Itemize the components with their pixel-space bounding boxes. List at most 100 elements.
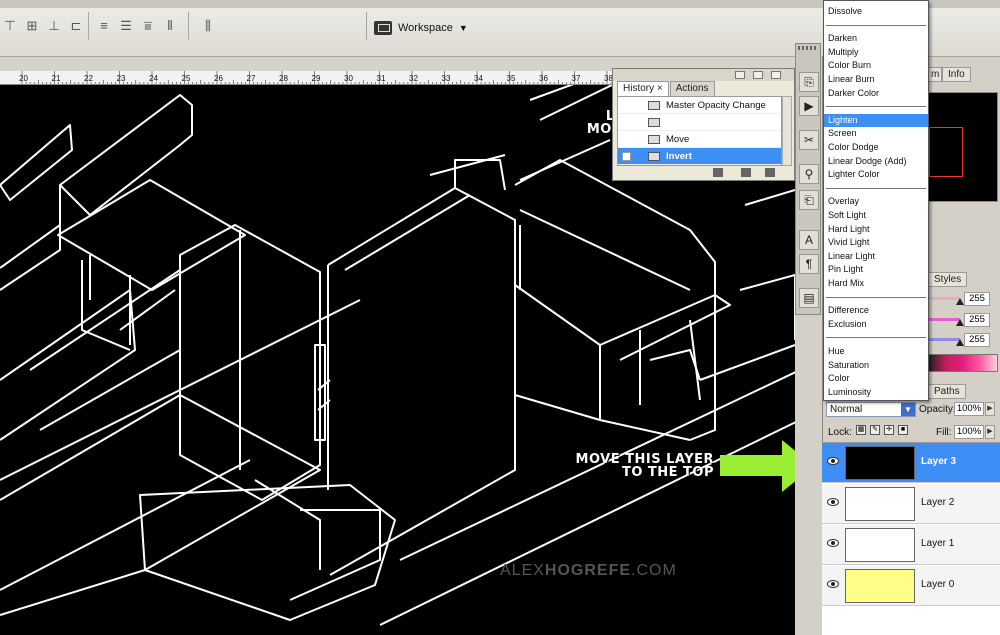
auto-align-layers-icon[interactable]: ⫼ bbox=[198, 16, 218, 36]
blend-mode-option[interactable]: Multiply bbox=[824, 46, 928, 59]
blend-mode-option[interactable]: Exclusion bbox=[824, 318, 928, 331]
lock-position-icon[interactable]: ✛ bbox=[884, 425, 894, 435]
align-vcenter-icon[interactable]: ⊞ bbox=[22, 16, 42, 36]
align-top-icon[interactable]: ⊤ bbox=[0, 16, 20, 36]
maximize-icon[interactable] bbox=[753, 71, 763, 79]
history-step[interactable] bbox=[618, 114, 781, 131]
tab-paths[interactable]: Paths bbox=[928, 384, 966, 399]
blend-mode-option[interactable]: Difference bbox=[824, 304, 928, 317]
navigator-view-box[interactable] bbox=[929, 127, 963, 177]
ruler-label: 27 bbox=[247, 74, 256, 83]
blend-mode-option[interactable]: Saturation bbox=[824, 359, 928, 372]
distribute-bottom-icon[interactable]: ⩸ bbox=[138, 16, 158, 36]
blend-mode-option[interactable]: Color bbox=[824, 372, 928, 385]
eye-icon[interactable] bbox=[827, 457, 839, 465]
color-slider-b[interactable]: 255 bbox=[928, 333, 990, 347]
ruler-label: 37 bbox=[572, 74, 581, 83]
fill-input[interactable]: 100% bbox=[954, 425, 984, 439]
blend-mode-option[interactable]: Pin Light bbox=[824, 263, 928, 276]
layer-row[interactable]: Layer 0 bbox=[822, 566, 1000, 606]
lock-all-icon[interactable]: ■ bbox=[898, 425, 908, 435]
clone-source-icon[interactable]: ⎗ bbox=[799, 190, 819, 210]
history-brush-toggle[interactable] bbox=[622, 152, 631, 161]
blend-mode-option[interactable]: Lighter Color bbox=[824, 168, 928, 181]
trash-icon[interactable] bbox=[765, 168, 775, 177]
slider-value[interactable]: 255 bbox=[964, 333, 990, 347]
character-panel-icon[interactable]: A bbox=[799, 230, 819, 250]
camera-snapshot-icon[interactable] bbox=[741, 168, 751, 177]
slider-thumb[interactable] bbox=[956, 298, 964, 305]
blend-mode-option[interactable]: Luminosity bbox=[824, 386, 928, 399]
distribute-vcenter-icon[interactable]: ☰ bbox=[116, 16, 136, 36]
navigator-preview[interactable] bbox=[928, 92, 998, 202]
blend-mode-select[interactable]: Normal ▼ bbox=[826, 402, 916, 417]
ruler-label: 29 bbox=[312, 74, 321, 83]
color-slider-r[interactable]: 255 bbox=[928, 292, 990, 306]
actions-panel-icon[interactable]: ▶ bbox=[799, 96, 819, 116]
tool-presets-icon[interactable]: ✂ bbox=[799, 130, 819, 150]
lock-image-icon[interactable]: ✎ bbox=[870, 425, 880, 435]
eye-icon[interactable] bbox=[827, 580, 839, 588]
tab-info[interactable]: Info bbox=[942, 67, 971, 82]
blend-mode-option[interactable]: Darken bbox=[824, 32, 928, 45]
blend-mode-option[interactable]: Hard Mix bbox=[824, 277, 928, 290]
layer-row-selected[interactable]: Layer 3 bbox=[822, 443, 1000, 483]
align-left-icon[interactable]: ⊏ bbox=[66, 16, 86, 36]
history-panel-icon[interactable]: ⎘ bbox=[799, 72, 819, 92]
eye-icon[interactable] bbox=[827, 498, 839, 506]
slider-thumb[interactable] bbox=[956, 319, 964, 326]
align-bottom-icon[interactable]: ⊥ bbox=[44, 16, 64, 36]
blend-mode-option[interactable]: Darker Color bbox=[824, 87, 928, 100]
blend-mode-option[interactable]: Hard Light bbox=[824, 223, 928, 236]
blend-mode-separator bbox=[826, 337, 926, 339]
lock-transparency-icon[interactable]: ▦ bbox=[856, 425, 866, 435]
color-spectrum[interactable] bbox=[928, 354, 998, 372]
blend-mode-option[interactable]: Color Dodge bbox=[824, 141, 928, 154]
color-slider-g[interactable]: 255 bbox=[928, 313, 990, 327]
ruler-label: 35 bbox=[507, 74, 516, 83]
grip-handle[interactable] bbox=[798, 46, 818, 50]
history-step-icon bbox=[648, 152, 660, 161]
opacity-input[interactable]: 100% bbox=[954, 402, 984, 416]
distribute-top-icon[interactable]: ≡ bbox=[94, 16, 114, 36]
slider-value[interactable]: 255 bbox=[964, 292, 990, 306]
opacity-arrow-icon[interactable]: ▶ bbox=[985, 402, 995, 416]
eye-icon[interactable] bbox=[827, 539, 839, 547]
blend-mode-option[interactable]: Lighten bbox=[824, 113, 928, 127]
close-icon[interactable] bbox=[771, 71, 781, 79]
blend-mode-option[interactable]: Overlay bbox=[824, 195, 928, 208]
history-step[interactable]: Master Opacity Change bbox=[618, 97, 781, 114]
layer-comps-icon[interactable]: ▤ bbox=[799, 288, 819, 308]
tab-close-icon[interactable]: × bbox=[657, 83, 663, 94]
blend-mode-option[interactable]: Soft Light bbox=[824, 209, 928, 222]
blend-mode-option[interactable]: Vivid Light bbox=[824, 236, 928, 249]
tab-history[interactable]: History × bbox=[617, 81, 669, 96]
workspace-menu[interactable]: Workspace ▼ bbox=[374, 18, 468, 38]
blend-mode-option[interactable]: Hue bbox=[824, 345, 928, 358]
callout-move-line2: TO THE TOP bbox=[621, 465, 714, 480]
minimize-icon[interactable] bbox=[735, 71, 745, 79]
history-step-selected[interactable]: Invert bbox=[618, 148, 781, 165]
layer-row[interactable]: Layer 2 bbox=[822, 484, 1000, 524]
history-palette-header[interactable] bbox=[613, 69, 794, 81]
blend-mode-option[interactable]: Linear Dodge (Add) bbox=[824, 155, 928, 168]
chevron-down-icon[interactable]: ▼ bbox=[901, 403, 915, 416]
distribute-left-icon[interactable]: ⫴ bbox=[160, 16, 180, 36]
blend-mode-option[interactable]: Linear Light bbox=[824, 250, 928, 263]
new-document-icon[interactable] bbox=[713, 168, 723, 177]
blend-mode-option[interactable]: Color Burn bbox=[824, 59, 928, 72]
slider-thumb[interactable] bbox=[956, 339, 964, 346]
fill-arrow-icon[interactable]: ▶ bbox=[985, 425, 995, 439]
paragraph-panel-icon[interactable]: ¶ bbox=[799, 254, 819, 274]
tab-histogram[interactable]: m bbox=[928, 67, 942, 82]
slider-value[interactable]: 255 bbox=[964, 313, 990, 327]
blend-mode-option[interactable]: Linear Burn bbox=[824, 73, 928, 86]
blend-mode-option[interactable]: Screen bbox=[824, 127, 928, 140]
tab-styles[interactable]: Styles bbox=[928, 272, 968, 287]
blend-mode-option[interactable]: Dissolve bbox=[824, 5, 928, 18]
history-scrollbar[interactable] bbox=[782, 96, 792, 166]
brushes-icon[interactable]: ⚲ bbox=[799, 164, 819, 184]
history-step[interactable]: Move bbox=[618, 131, 781, 148]
layer-row[interactable]: Layer 1 bbox=[822, 525, 1000, 565]
tab-actions[interactable]: Actions bbox=[669, 81, 715, 96]
